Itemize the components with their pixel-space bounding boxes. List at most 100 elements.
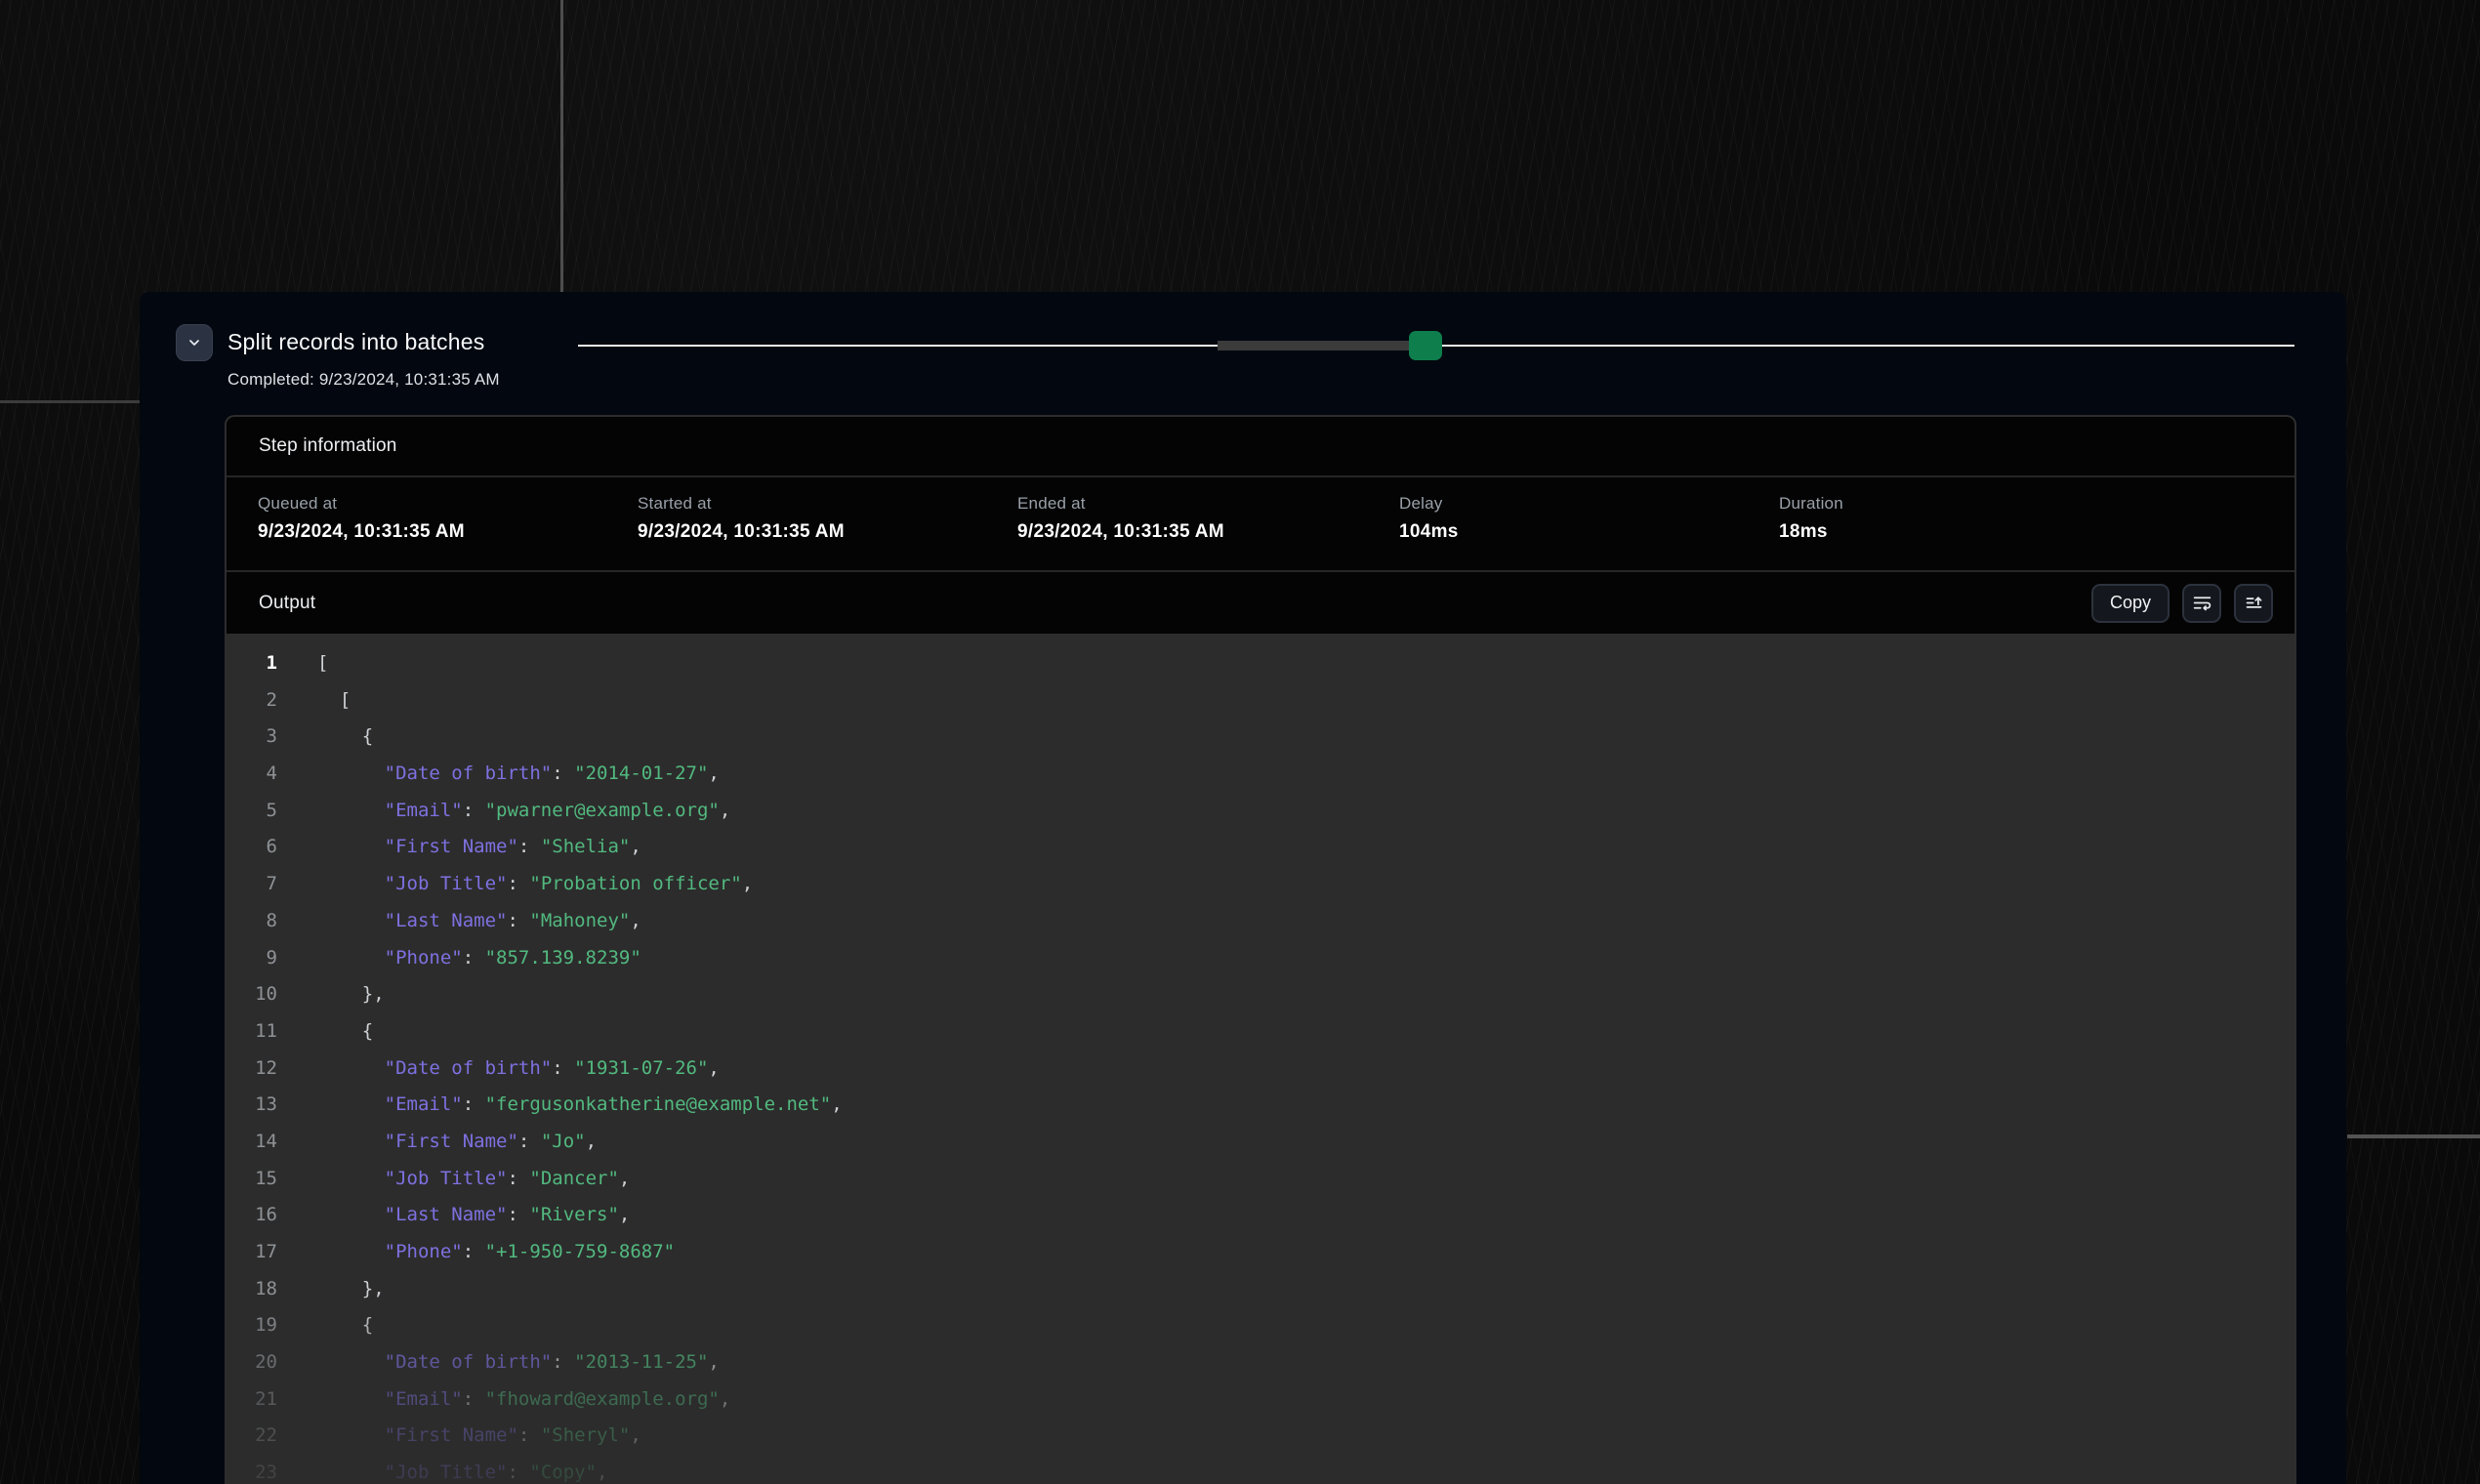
stat-label: Delay (1399, 494, 1779, 514)
code-text: "Date of birth": "2014-01-27", (277, 756, 720, 793)
step-stats-row: Queued at 9/23/2024, 10:31:35 AM Started… (227, 477, 2294, 572)
line-number: 16 (227, 1197, 277, 1234)
line-number: 23 (227, 1455, 277, 1484)
code-text: "Job Title": "Copy", (277, 1455, 607, 1484)
line-number: 6 (227, 829, 277, 866)
code-text: "Phone": "+1-950-759-8687" (277, 1234, 675, 1271)
line-number: 2 (227, 682, 277, 720)
code-line: 15 "Job Title": "Dancer", (227, 1161, 2294, 1198)
code-line: 6 "First Name": "Shelia", (227, 829, 2294, 866)
code-text: "Phone": "857.139.8239" (277, 940, 641, 977)
code-line: 17 "Phone": "+1-950-759-8687" (227, 1234, 2294, 1271)
code-line: 11 { (227, 1013, 2294, 1051)
copy-output-button[interactable]: Copy (2091, 584, 2170, 623)
code-text: }, (277, 1271, 385, 1308)
chevron-down-icon (186, 335, 202, 350)
stat-value: 18ms (1779, 521, 2294, 543)
code-text: "Date of birth": "2013-11-25", (277, 1344, 720, 1381)
line-number: 9 (227, 940, 277, 977)
screen: Split records into batches Completed: 9/… (0, 0, 2480, 1484)
line-number: 1 (227, 645, 277, 682)
line-number: 15 (227, 1161, 277, 1198)
code-text: "Last Name": "Rivers", (277, 1197, 630, 1234)
line-number: 18 (227, 1271, 277, 1308)
code-text: "Job Title": "Dancer", (277, 1161, 630, 1198)
step-details-panel: Split records into batches Completed: 9/… (140, 292, 2346, 1484)
code-line: 4 "Date of birth": "2014-01-27", (227, 756, 2294, 793)
stat-label: Duration (1779, 494, 2294, 514)
code-text: { (277, 719, 373, 756)
code-text: "First Name": "Sheryl", (277, 1418, 641, 1455)
line-number: 21 (227, 1381, 277, 1419)
line-number: 4 (227, 756, 277, 793)
line-number: 10 (227, 976, 277, 1013)
code-text: { (277, 1013, 373, 1051)
code-line: 12 "Date of birth": "1931-07-26", (227, 1051, 2294, 1088)
code-line: 7 "Job Title": "Probation officer", (227, 866, 2294, 903)
code-line: 14 "First Name": "Jo", (227, 1124, 2294, 1161)
line-number: 11 (227, 1013, 277, 1051)
stat-label: Started at (638, 494, 1017, 514)
step-completed-timestamp: Completed: 9/23/2024, 10:31:35 AM (227, 370, 500, 390)
code-line: 20 "Date of birth": "2013-11-25", (227, 1344, 2294, 1381)
stat-queued-at: Queued at 9/23/2024, 10:31:35 AM (258, 494, 638, 570)
background-horizontal-line-left (0, 400, 140, 403)
line-number: 5 (227, 793, 277, 830)
timeline-handle[interactable] (1409, 331, 1442, 360)
code-line: 3 { (227, 719, 2294, 756)
step-information-title: Step information (259, 435, 397, 457)
code-text: "First Name": "Jo", (277, 1124, 597, 1161)
code-line: 8 "Last Name": "Mahoney", (227, 903, 2294, 940)
code-line: 22 "First Name": "Sheryl", (227, 1418, 2294, 1455)
code-line: 5 "Email": "pwarner@example.org", (227, 793, 2294, 830)
line-number: 13 (227, 1087, 277, 1124)
wrap-text-icon (2192, 593, 2212, 613)
collapse-step-button[interactable] (176, 324, 213, 361)
code-text: [ (277, 645, 328, 682)
line-number: 8 (227, 903, 277, 940)
stat-label: Ended at (1017, 494, 1399, 514)
background-vertical-line (560, 0, 563, 293)
scroll-to-top-button[interactable] (2234, 584, 2273, 623)
code-text: "Email": "fergusonkatherine@example.net"… (277, 1087, 843, 1124)
output-title: Output (259, 593, 2079, 614)
line-number: 3 (227, 719, 277, 756)
line-number: 20 (227, 1344, 277, 1381)
code-line: 16 "Last Name": "Rivers", (227, 1197, 2294, 1234)
code-line: 9 "Phone": "857.139.8239" (227, 940, 2294, 977)
line-number: 19 (227, 1307, 277, 1344)
line-number: 22 (227, 1418, 277, 1455)
code-text: { (277, 1307, 373, 1344)
stat-value: 9/23/2024, 10:31:35 AM (1017, 521, 1399, 543)
stat-duration: Duration 18ms (1779, 494, 2294, 570)
code-line: 2 [ (227, 682, 2294, 720)
wrap-text-button[interactable] (2182, 584, 2221, 623)
stat-ended-at: Ended at 9/23/2024, 10:31:35 AM (1017, 494, 1399, 570)
step-information-card: Step information Queued at 9/23/2024, 10… (225, 415, 2296, 1484)
background-horizontal-line-right (2347, 1134, 2480, 1138)
line-number: 7 (227, 866, 277, 903)
code-line: 21 "Email": "fhoward@example.org", (227, 1381, 2294, 1419)
scroll-to-top-icon (2244, 593, 2264, 613)
code-lines: 1[2 [3 {4 "Date of birth": "2014-01-27",… (227, 645, 2294, 1484)
output-code-viewer[interactable]: 1[2 [3 {4 "Date of birth": "2014-01-27",… (227, 634, 2294, 1484)
code-line: 1[ (227, 645, 2294, 682)
code-text: [ (277, 682, 351, 720)
step-information-header: Step information (227, 417, 2294, 477)
code-text: "First Name": "Shelia", (277, 829, 641, 866)
line-number: 14 (227, 1124, 277, 1161)
code-line: 23 "Job Title": "Copy", (227, 1455, 2294, 1484)
line-number: 17 (227, 1234, 277, 1271)
code-text: "Job Title": "Probation officer", (277, 866, 753, 903)
output-header: Output Copy (227, 572, 2294, 634)
step-title: Split records into batches (227, 329, 484, 355)
code-text: "Date of birth": "1931-07-26", (277, 1051, 720, 1088)
stat-value: 9/23/2024, 10:31:35 AM (258, 521, 638, 543)
code-text: "Last Name": "Mahoney", (277, 903, 641, 940)
stat-started-at: Started at 9/23/2024, 10:31:35 AM (638, 494, 1017, 570)
code-text: "Email": "fhoward@example.org", (277, 1381, 730, 1419)
code-text: }, (277, 976, 385, 1013)
timeline-step-span (1218, 341, 1411, 350)
code-line: 19 { (227, 1307, 2294, 1344)
stat-delay: Delay 104ms (1399, 494, 1779, 570)
